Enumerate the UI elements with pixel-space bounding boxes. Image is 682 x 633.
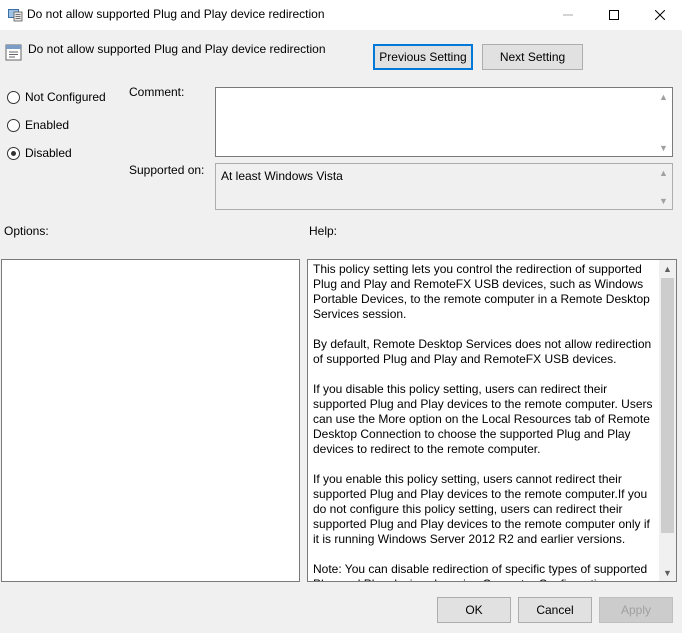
apply-button[interactable]: Apply — [599, 597, 673, 623]
previous-setting-button[interactable]: Previous Setting — [373, 44, 473, 70]
help-panel: This policy setting lets you control the… — [307, 259, 677, 582]
radio-circle — [7, 118, 20, 132]
help-text: This policy setting lets you control the… — [313, 262, 654, 581]
help-paragraph: If you disable this policy setting, user… — [313, 382, 653, 456]
scroll-thumb[interactable] — [661, 278, 674, 533]
window-title: Do not allow supported Plug and Play dev… — [27, 7, 325, 21]
scroll-up-icon[interactable]: ▲ — [659, 260, 676, 277]
scroll-down-icon[interactable]: ▼ — [659, 564, 676, 581]
radio-label: Disabled — [25, 146, 72, 160]
scroll-up-icon[interactable]: ▲ — [655, 88, 672, 105]
help-label: Help: — [309, 224, 338, 238]
policy-setting-icon — [5, 44, 22, 61]
policy-window-icon — [8, 9, 23, 22]
radio-label: Not Configured — [25, 90, 106, 104]
help-paragraph: If you enable this policy setting, users… — [313, 472, 650, 546]
comment-textbox[interactable]: ▲ ▼ — [215, 87, 673, 157]
radio-circle — [7, 90, 20, 104]
next-setting-button[interactable]: Next Setting — [482, 44, 583, 70]
radio-enabled[interactable]: Enabled — [7, 118, 69, 132]
close-icon — [655, 10, 665, 20]
minimize-icon — [563, 14, 573, 16]
help-paragraph: This policy setting lets you control the… — [313, 262, 650, 321]
scroll-up-icon[interactable]: ▲ — [655, 164, 672, 181]
comment-scrollbar[interactable]: ▲ ▼ — [655, 88, 672, 156]
maximize-icon — [609, 10, 619, 20]
supported-on-value: At least Windows Vista — [221, 169, 343, 183]
title-bar: Do not allow supported Plug and Play dev… — [0, 0, 682, 30]
help-paragraph: By default, Remote Desktop Services does… — [313, 337, 652, 366]
supported-on-field: At least Windows Vista ▲ ▼ — [215, 163, 673, 210]
minimize-button[interactable] — [545, 0, 591, 30]
help-scrollbar[interactable]: ▲ ▼ — [659, 260, 676, 581]
scroll-down-icon[interactable]: ▼ — [655, 192, 672, 209]
setting-name: Do not allow supported Plug and Play dev… — [28, 42, 326, 56]
radio-not-configured[interactable]: Not Configured — [7, 90, 106, 104]
radio-circle-selected — [7, 146, 20, 160]
options-label: Options: — [4, 224, 49, 238]
supported-scrollbar[interactable]: ▲ ▼ — [655, 164, 672, 209]
comment-label: Comment: — [129, 85, 185, 99]
scroll-down-icon[interactable]: ▼ — [655, 139, 672, 156]
options-panel — [1, 259, 300, 582]
cancel-button[interactable]: Cancel — [518, 597, 592, 623]
help-paragraph: Note: You can disable redirection of spe… — [313, 562, 648, 581]
close-button[interactable] — [637, 0, 682, 30]
ok-button[interactable]: OK — [437, 597, 511, 623]
radio-label: Enabled — [25, 118, 70, 132]
supported-on-label: Supported on: — [129, 163, 205, 177]
maximize-button[interactable] — [591, 0, 637, 30]
radio-disabled[interactable]: Disabled — [7, 146, 72, 160]
